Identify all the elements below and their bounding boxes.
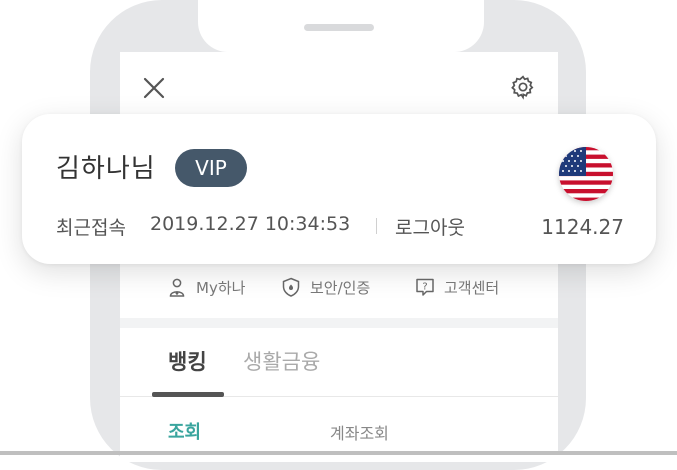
bottom-edge — [0, 451, 677, 455]
vip-badge: VIP — [175, 149, 247, 187]
gear-icon[interactable] — [510, 74, 536, 100]
quick-link-customer-center[interactable]: ? 고객센터 — [414, 276, 499, 298]
profile-card: 김하나님 VIP 최근접속 2019.12.27 10:34:53 로그아웃 1… — [22, 114, 656, 264]
logout-button[interactable]: 로그아웃 — [395, 213, 465, 240]
phone-speaker — [304, 24, 374, 31]
person-icon — [169, 278, 185, 297]
quick-link-my-hana[interactable]: My하나 — [166, 276, 245, 298]
section-divider — [120, 318, 558, 328]
last-login-time: 2019.12.27 10:34:53 — [150, 213, 351, 235]
exchange-rate: 1124.27 — [541, 215, 624, 239]
quick-link-label: 보안/인증 — [310, 278, 371, 297]
sub-tab-inquiry[interactable]: 조회 — [168, 418, 201, 444]
tab-banking[interactable]: 뱅킹 — [168, 346, 207, 376]
quick-link-security[interactable]: 보안/인증 — [280, 276, 370, 298]
shield-icon — [282, 277, 300, 297]
quick-link-label: 고객센터 — [444, 278, 500, 297]
divider — [376, 218, 377, 234]
quick-link-label: My하나 — [196, 278, 246, 297]
user-name: 김하나님 — [56, 154, 156, 184]
us-flag-icon[interactable] — [558, 146, 614, 202]
tab-life-finance[interactable]: 생활금융 — [243, 346, 320, 376]
last-login-label: 최근접속 — [56, 217, 126, 239]
quick-links: My하나 보안/인증 ? 고객센터 — [120, 268, 558, 312]
sub-tab-account-inquiry[interactable]: 계좌조회 — [330, 420, 389, 444]
svg-text:?: ? — [422, 281, 427, 292]
question-bubble-icon: ? — [416, 278, 434, 296]
close-icon[interactable] — [142, 76, 166, 100]
active-tab-indicator — [152, 392, 224, 397]
